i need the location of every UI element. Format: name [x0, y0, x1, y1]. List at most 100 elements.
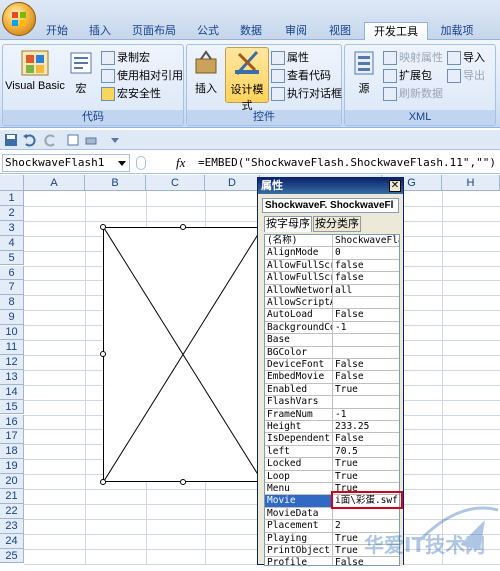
property-value[interactable]: True [334, 384, 399, 395]
customize-toolbar-icon[interactable] [108, 133, 122, 147]
property-row[interactable]: EmbedMovie False [265, 371, 399, 384]
property-row[interactable]: IsDependent False [265, 433, 399, 446]
resize-handle[interactable] [180, 224, 186, 230]
quick-print-icon[interactable] [84, 133, 98, 147]
row-header[interactable]: 12 [0, 354, 24, 370]
tab-categorized[interactable]: 按分类序 [313, 216, 361, 232]
properties-button[interactable]: 属性 [271, 49, 309, 67]
macros-button[interactable]: 宏 [67, 49, 95, 101]
property-value[interactable] [334, 347, 399, 358]
properties-title-bar[interactable]: 属性 [258, 178, 403, 194]
row-header[interactable]: 14 [0, 384, 24, 400]
row-header[interactable]: 2 [0, 205, 24, 221]
map-properties-button[interactable]: 映射属性 [383, 49, 443, 67]
close-button[interactable]: ✕ [389, 180, 401, 192]
property-value[interactable]: False [334, 371, 399, 382]
row-header[interactable]: 7 [0, 280, 24, 296]
row-header[interactable]: 23 [0, 518, 24, 534]
row-header[interactable]: 3 [0, 220, 24, 236]
property-value[interactable]: False [334, 433, 399, 444]
xml-source-button[interactable]: 源 [349, 49, 379, 101]
row-header[interactable]: 13 [0, 369, 24, 385]
tab-developer[interactable]: 开发工具 [364, 22, 428, 41]
property-row[interactable]: DeviceFont False [265, 359, 399, 372]
tab-page-layout[interactable]: 页面布局 [124, 22, 184, 40]
insert-function-button[interactable]: fx [176, 155, 185, 171]
property-value[interactable] [334, 297, 399, 308]
property-row[interactable]: left 70.5 [265, 445, 399, 459]
property-row[interactable]: (名称) ShockwaveFla [265, 235, 399, 248]
expansion-pack-button[interactable]: 扩展包 [383, 67, 432, 85]
row-header[interactable]: 8 [0, 295, 24, 311]
property-value[interactable]: ShockwaveFla [334, 235, 399, 246]
property-value[interactable]: 70.5 [334, 446, 399, 457]
row-header[interactable]: 9 [0, 310, 24, 326]
tab-review[interactable]: 审阅 [278, 22, 314, 40]
office-button[interactable] [2, 2, 36, 36]
tab-addins[interactable]: 加载项 [432, 22, 482, 40]
property-value[interactable]: all [334, 285, 399, 296]
print-preview-icon[interactable] [66, 133, 80, 147]
row-header[interactable]: 10 [0, 325, 24, 340]
tab-home[interactable]: 开始 [40, 22, 74, 40]
refresh-data-button[interactable]: 刷新数据 [383, 85, 443, 103]
formula-input[interactable]: =EMBED("ShockwaveFlash.ShockwaveFlash.11… [198, 154, 498, 172]
row-header[interactable]: 19 [0, 459, 24, 475]
tab-data[interactable]: 数据 [232, 22, 270, 40]
property-value[interactable]: 0 [334, 247, 399, 258]
column-header[interactable]: C [146, 175, 205, 191]
property-value[interactable]: 233.25 [334, 421, 399, 432]
row-header[interactable]: 1 [0, 191, 24, 206]
save-icon[interactable] [4, 133, 18, 147]
row-header[interactable]: 25 [0, 548, 24, 564]
row-header[interactable]: 16 [0, 414, 24, 430]
design-mode-button[interactable]: 设计模式 [225, 47, 269, 112]
tab-insert[interactable]: 插入 [80, 22, 120, 40]
row-header[interactable]: 22 [0, 503, 24, 519]
macro-security-button[interactable]: 宏安全性 [101, 85, 161, 103]
name-box-dropdown-icon[interactable] [118, 159, 126, 167]
property-value[interactable]: -1 [334, 322, 399, 333]
resize-handle[interactable] [100, 224, 106, 230]
property-row[interactable]: AllowFullScrefalse [265, 259, 399, 273]
property-row[interactable]: FlashVars [265, 396, 399, 409]
relative-ref-button[interactable]: 使用相对引用 [101, 67, 183, 85]
row-header[interactable]: 11 [0, 340, 24, 355]
column-header[interactable]: H [442, 175, 500, 191]
column-header[interactable]: B [85, 175, 146, 191]
resize-handle[interactable] [100, 479, 106, 485]
property-value[interactable]: false [334, 272, 399, 283]
tab-formulas[interactable]: 公式 [190, 22, 226, 40]
property-row[interactable]: FrameNum -1 [265, 408, 399, 421]
property-row[interactable]: Height 233.25 [265, 421, 399, 434]
object-selector[interactable]: ShockwaveF. ShockwaveFl ▼ [262, 198, 399, 213]
row-header[interactable]: 21 [0, 489, 24, 504]
row-header[interactable]: 20 [0, 474, 24, 489]
property-row[interactable]: Base [265, 334, 399, 347]
row-header[interactable]: 15 [0, 399, 24, 415]
property-value[interactable]: -1 [334, 409, 399, 420]
select-all-corner[interactable] [0, 175, 24, 191]
property-value[interactable] [334, 334, 399, 345]
row-header[interactable]: 24 [0, 533, 24, 549]
property-row[interactable]: BGColor [265, 346, 399, 359]
formula-splitter[interactable] [136, 156, 146, 170]
property-value[interactable]: True [334, 471, 399, 482]
property-value[interactable] [334, 396, 399, 407]
property-row[interactable]: BackgroundCol-1 [265, 321, 399, 335]
resize-handle[interactable] [100, 351, 106, 357]
column-header[interactable]: D [205, 175, 260, 191]
property-row[interactable]: AllowScriptAc [265, 297, 399, 310]
row-header[interactable]: 18 [0, 444, 24, 460]
property-value[interactable]: False [334, 359, 399, 370]
shockwave-flash-object[interactable] [103, 227, 263, 482]
tab-alphabetic[interactable]: 按字母序 [264, 216, 312, 232]
column-header[interactable]: A [24, 175, 85, 191]
run-dialog-button[interactable]: 执行对话框 [271, 85, 342, 103]
view-code-button[interactable]: 查看代码 [271, 67, 331, 85]
import-button[interactable]: 导入 [447, 49, 485, 67]
row-header[interactable]: 17 [0, 429, 24, 445]
redo-icon[interactable] [44, 133, 58, 147]
property-row[interactable]: Locked True [265, 458, 399, 471]
tab-view[interactable]: 视图 [322, 22, 358, 40]
